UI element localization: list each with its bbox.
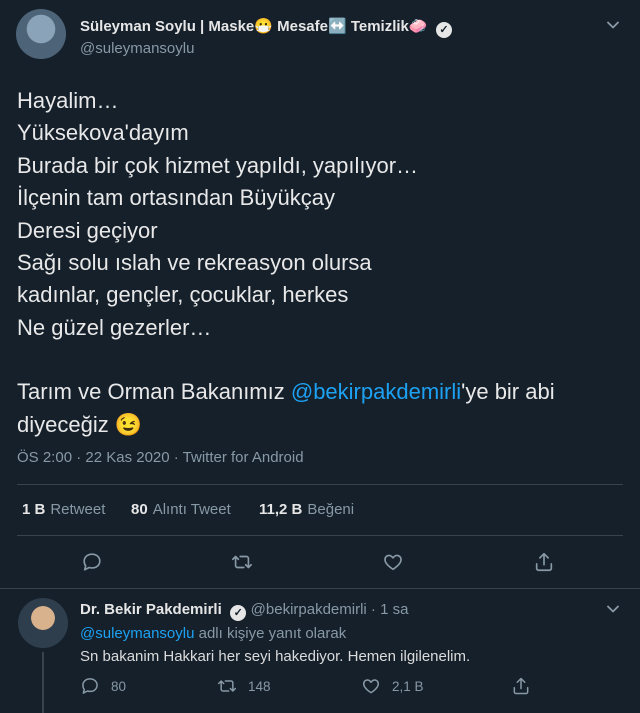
reply-author-name[interactable]: Dr. Bekir Pakdemirli — [80, 601, 222, 618]
replying-to-suffix: adlı kişiye yanıt olarak — [194, 625, 347, 642]
tweet-author-name[interactable]: Süleyman Soylu | Maske😷 Mesafe↔️ Temizli… — [80, 18, 428, 35]
tweet-last-line: diyeceğiz 😉 — [17, 411, 143, 437]
reply-author-avatar[interactable] — [18, 598, 68, 648]
mention-suffix: 'ye bir abi — [461, 379, 555, 405]
mention-prefix: Tarım ve Orman Bakanımız — [17, 379, 291, 405]
retweet-icon[interactable] — [231, 551, 253, 573]
chevron-down-icon[interactable] — [605, 601, 621, 617]
divider — [17, 535, 623, 536]
divider — [17, 484, 623, 485]
retweet-stat[interactable]: 1 B Retweet — [22, 501, 105, 518]
reply-author-block: Dr. Bekir Pakdemirli ✓ @bekirpakdemirli … — [80, 601, 408, 621]
replying-to: @suleymansoylu adlı kişiye yanıt olarak — [80, 625, 346, 642]
divider — [0, 588, 640, 589]
tweet-line-2: Yüksekova'dayım — [17, 120, 189, 146]
chevron-down-icon[interactable] — [605, 17, 621, 33]
tweet-author-block: Süleyman Soylu | Maske😷 Mesafe↔️ Temizli… — [80, 17, 580, 38]
tweet-line-5: Deresi geçiyor — [17, 217, 158, 243]
reply-like-count: 2,1 B — [392, 678, 424, 694]
reply-retweet-action[interactable]: 148 — [217, 676, 271, 696]
tweet-line-3: Burada bir çok hizmet yapıldı, yapılıyor… — [17, 152, 419, 178]
tweet-timestamp[interactable]: ÖS 2:00 · 22 Kas 2020 · Twitter for Andr… — [17, 449, 304, 466]
tweet-text: Hayalim… Yüksekova'dayım Burada bir çok … — [17, 85, 597, 441]
author-avatar[interactable] — [16, 9, 66, 59]
like-label: Beğeni — [307, 501, 355, 518]
verified-badge-icon: ✓ — [230, 605, 247, 621]
verified-badge-icon: ✓ — [436, 22, 453, 38]
tweet-line-1: Hayalim… — [17, 88, 119, 113]
like-stat[interactable]: 11,2 B Beğeni — [259, 501, 354, 518]
share-icon[interactable] — [511, 676, 531, 696]
reply-text: Sn bakanim Hakkari her seyi hakediyor. H… — [80, 648, 471, 665]
reply-reply-action[interactable]: 80 — [80, 676, 126, 696]
mention-line: Tarım ve Orman Bakanımız @bekirpakdemirl… — [17, 376, 597, 408]
mention-link[interactable]: @bekirpakdemirli — [291, 379, 461, 404]
quote-label: Alıntı Tweet — [152, 501, 231, 518]
quote-count: 80 — [131, 501, 148, 518]
retweet-count: 1 B — [22, 501, 46, 518]
reply-retweet-count: 148 — [248, 678, 271, 694]
tweet-line-7: kadınlar, gençler, çocuklar, herkes — [17, 282, 349, 308]
thread-line — [42, 652, 44, 713]
retweet-icon — [217, 680, 237, 692]
tweet-line-8: Ne güzel gezerler… — [17, 314, 212, 340]
reply-icon[interactable] — [81, 551, 103, 573]
reply-reply-count: 80 — [111, 678, 127, 694]
tweet-line-6: Sağı solu ıslah ve rekreasyon olursa — [17, 250, 372, 276]
quote-stat[interactable]: 80 Alıntı Tweet — [131, 501, 231, 518]
share-icon[interactable] — [533, 551, 555, 573]
reply-time[interactable]: · 1 sa — [367, 601, 409, 618]
reply-author-handle[interactable]: @bekirpakdemirli — [251, 601, 367, 618]
reply-like-action[interactable]: 2,1 B — [361, 676, 424, 696]
reply-icon — [82, 678, 98, 694]
tweet-line-4: İlçenin tam ortasından Büyükçay — [17, 185, 335, 211]
heart-icon — [362, 679, 380, 694]
like-count: 11,2 B — [259, 501, 303, 518]
retweet-label: Retweet — [50, 501, 106, 518]
replying-to-handle[interactable]: @suleymansoylu — [80, 625, 194, 642]
heart-icon[interactable] — [382, 551, 404, 573]
tweet-author-handle[interactable]: @suleymansoylu — [80, 40, 194, 57]
